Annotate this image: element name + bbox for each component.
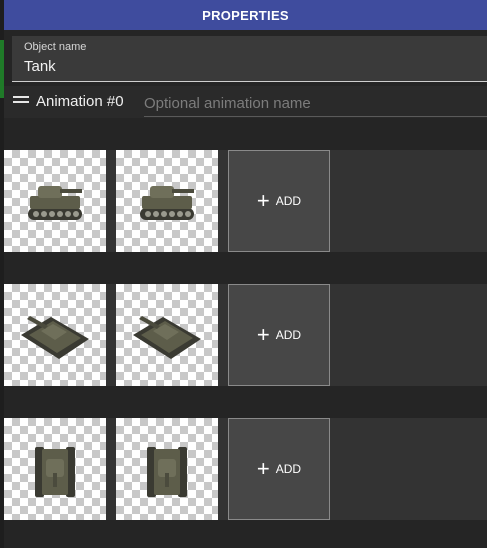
- add-frame-button[interactable]: + ADD: [228, 284, 330, 386]
- add-frame-button[interactable]: + ADD: [228, 150, 330, 252]
- tank-front-sprite-icon: [147, 447, 187, 497]
- add-label: ADD: [275, 194, 302, 208]
- sprite-frame[interactable]: [4, 150, 106, 252]
- sprite-frame[interactable]: [4, 284, 106, 386]
- direction-row-2: + ADD: [4, 284, 487, 386]
- object-name-value[interactable]: Tank: [24, 58, 56, 75]
- sprite-frame[interactable]: [4, 418, 106, 520]
- plus-icon: +: [256, 456, 270, 481]
- animation-name-input[interactable]: [144, 90, 487, 117]
- object-name-label: Object name: [24, 41, 87, 53]
- animation-title: Animation #0: [36, 93, 124, 110]
- add-frame-button[interactable]: + ADD: [228, 418, 330, 520]
- tank-side-sprite-icon: [28, 186, 82, 220]
- sprite-frame[interactable]: [116, 150, 218, 252]
- panel-title: PROPERTIES: [202, 7, 289, 23]
- add-label: ADD: [275, 328, 302, 342]
- add-label: ADD: [275, 462, 302, 476]
- tank-diagonal-sprite-icon: [133, 316, 201, 359]
- properties-title-bar: PROPERTIES: [4, 0, 487, 30]
- direction-row-1: + ADD: [4, 150, 487, 252]
- tank-diagonal-sprite-icon: [21, 316, 89, 359]
- direction-row-3: + ADD: [4, 418, 487, 520]
- tank-side-sprite-icon: [140, 186, 194, 220]
- object-name-field[interactable]: Object name Tank: [12, 36, 487, 82]
- drag-handle-icon[interactable]: [13, 96, 29, 104]
- plus-icon: +: [256, 322, 270, 347]
- sprite-frame[interactable]: [116, 284, 218, 386]
- plus-icon: +: [256, 188, 270, 213]
- sprite-frame[interactable]: [116, 418, 218, 520]
- tank-front-sprite-icon: [35, 447, 75, 497]
